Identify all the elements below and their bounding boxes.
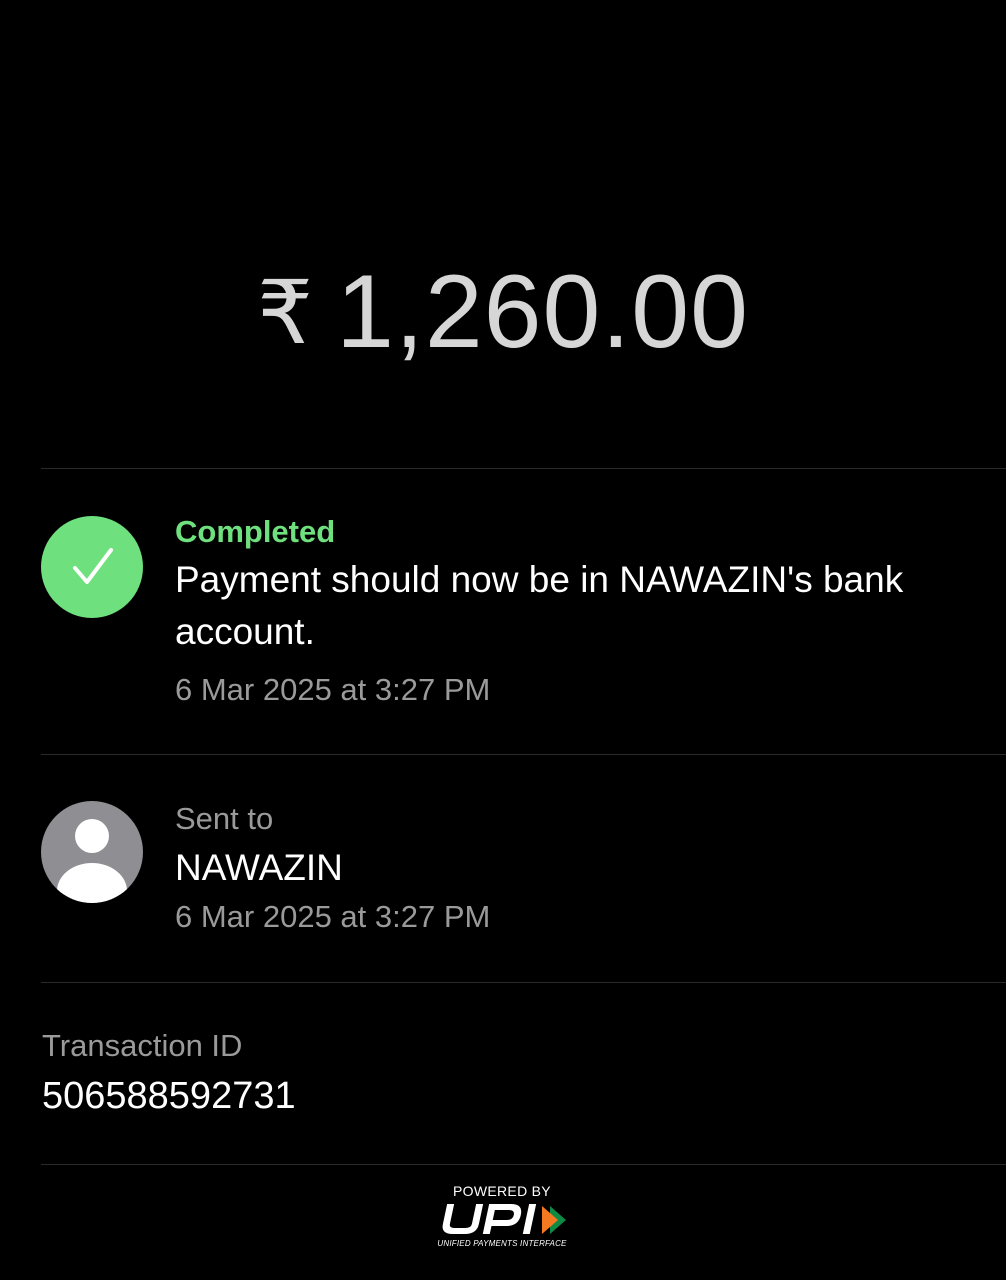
status-section: Completed Payment should now be in NAWAZ… [175, 512, 975, 710]
amount-value: 1,260.00 [336, 254, 749, 370]
upi-logo: POWERED BY UNIFIED PAYMENTS INTERFACE [420, 1182, 590, 1254]
upi-tagline: UNIFIED PAYMENTS INTERFACE [437, 1239, 567, 1248]
recipient-timestamp: 6 Mar 2025 at 3:27 PM [175, 899, 491, 934]
transaction-section[interactable]: Transaction ID 506588592731 [42, 1026, 296, 1122]
recipient-section[interactable]: Sent to NAWAZIN 6 Mar 2025 at 3:27 PM [175, 799, 975, 937]
divider [41, 1164, 1006, 1165]
powered-by-label: POWERED BY [453, 1183, 551, 1199]
status-label: Completed [175, 514, 336, 549]
divider [41, 754, 1006, 755]
upi-brand-icon [442, 1204, 566, 1234]
sent-to-label: Sent to [175, 801, 274, 836]
status-message: Payment should now be in NAWAZIN's bank … [175, 559, 904, 652]
currency-symbol: ₹ [257, 263, 315, 362]
divider [41, 468, 1006, 469]
payment-amount: ₹1,260.00 [0, 252, 1006, 377]
transaction-id-value[interactable]: 506588592731 [42, 1070, 296, 1122]
recipient-name: NAWAZIN [175, 847, 343, 888]
checkmark-icon [41, 516, 143, 618]
person-avatar-icon [41, 801, 143, 903]
divider [41, 982, 1006, 983]
transaction-id-label: Transaction ID [42, 1028, 243, 1063]
status-timestamp: 6 Mar 2025 at 3:27 PM [175, 672, 491, 707]
